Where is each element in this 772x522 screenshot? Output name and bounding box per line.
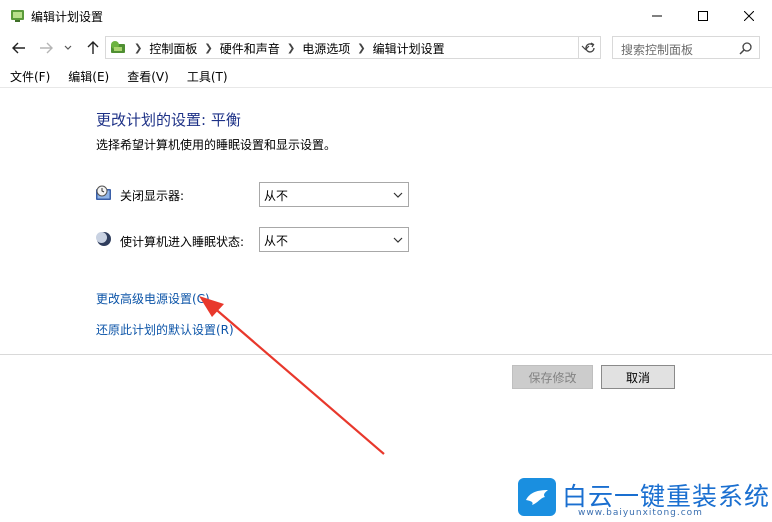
search-input[interactable]: 搜索控制面板	[621, 41, 693, 58]
recent-locations-button[interactable]	[61, 38, 75, 58]
page-title: 更改计划的设置: 平衡	[96, 111, 241, 129]
close-button[interactable]	[726, 0, 772, 31]
monitor-clock-icon	[96, 185, 111, 200]
breadcrumb-hardware-sound[interactable]: 硬件和声音	[220, 40, 280, 57]
bird-logo-icon	[518, 478, 556, 516]
menu-view[interactable]: 查看(V)	[117, 66, 177, 88]
minimize-button[interactable]	[634, 0, 680, 31]
chevron-right-icon: ❯	[134, 43, 143, 54]
save-changes-button[interactable]: 保存修改	[512, 365, 593, 389]
breadcrumb-edit-plan[interactable]: 编辑计划设置	[373, 40, 445, 57]
moon-icon	[96, 232, 111, 246]
power-options-icon	[11, 10, 24, 22]
forward-button[interactable]	[36, 38, 56, 58]
window-title: 编辑计划设置	[31, 10, 104, 24]
arrow-right-icon	[40, 42, 53, 54]
breadcrumb-power-options[interactable]: 电源选项	[302, 40, 350, 57]
arrow-left-icon	[12, 42, 25, 54]
back-button[interactable]	[9, 38, 29, 58]
address-bar[interactable]: ❯ 控制面板 ❯ 硬件和声音 ❯ 电源选项 ❯ 编辑计划设置	[105, 36, 601, 59]
title-bar: 编辑计划设置	[0, 0, 772, 31]
control-panel-icon	[111, 41, 125, 53]
content-divider	[0, 354, 772, 355]
close-icon	[744, 10, 754, 21]
chevron-down-icon	[64, 45, 72, 50]
display-off-select[interactable]: 从不	[259, 182, 409, 207]
display-off-label: 关闭显示器:	[120, 189, 185, 203]
display-off-value: 从不	[264, 189, 289, 203]
menu-edit[interactable]: 编辑(E)	[58, 66, 117, 88]
maximize-icon	[698, 10, 708, 21]
sleep-value: 从不	[264, 234, 289, 248]
restore-defaults-link[interactable]: 还原此计划的默认设置(R)	[96, 321, 234, 338]
watermark: 白云一键重装系统 www.baiyunxitong.com	[518, 478, 769, 522]
refresh-button[interactable]	[580, 36, 600, 59]
sleep-label: 使计算机进入睡眠状态:	[120, 235, 245, 249]
breadcrumb-control-panel[interactable]: 控制面板	[149, 40, 197, 57]
breadcrumb: ❯ 控制面板 ❯ 硬件和声音 ❯ 电源选项 ❯ 编辑计划设置	[134, 40, 445, 57]
arrow-up-icon	[87, 41, 99, 54]
address-divider	[578, 36, 579, 59]
sleep-select[interactable]: 从不	[259, 227, 409, 252]
chevron-right-icon: ❯	[286, 43, 296, 54]
refresh-icon	[585, 41, 595, 53]
watermark-url: www.baiyunxitong.com	[578, 508, 703, 518]
chevron-down-icon	[393, 237, 403, 243]
chevron-right-icon: ❯	[204, 43, 213, 54]
cancel-button[interactable]: 取消	[601, 365, 675, 389]
chevron-right-icon: ❯	[357, 43, 366, 54]
search-box[interactable]: 搜索控制面板	[612, 36, 760, 59]
menu-bar: 文件(F) 编辑(E) 查看(V) 工具(T)	[0, 66, 772, 88]
up-button[interactable]	[83, 38, 103, 58]
maximize-button[interactable]	[680, 0, 726, 31]
chevron-down-icon	[393, 192, 403, 198]
menu-file[interactable]: 文件(F)	[0, 66, 58, 88]
search-icon[interactable]	[739, 41, 753, 55]
advanced-power-settings-link[interactable]: 更改高级电源设置(C)	[96, 290, 210, 307]
minimize-icon	[652, 15, 662, 16]
menu-tools[interactable]: 工具(T)	[177, 66, 236, 88]
page-subtitle: 选择希望计算机使用的睡眠设置和显示设置。	[96, 138, 337, 152]
